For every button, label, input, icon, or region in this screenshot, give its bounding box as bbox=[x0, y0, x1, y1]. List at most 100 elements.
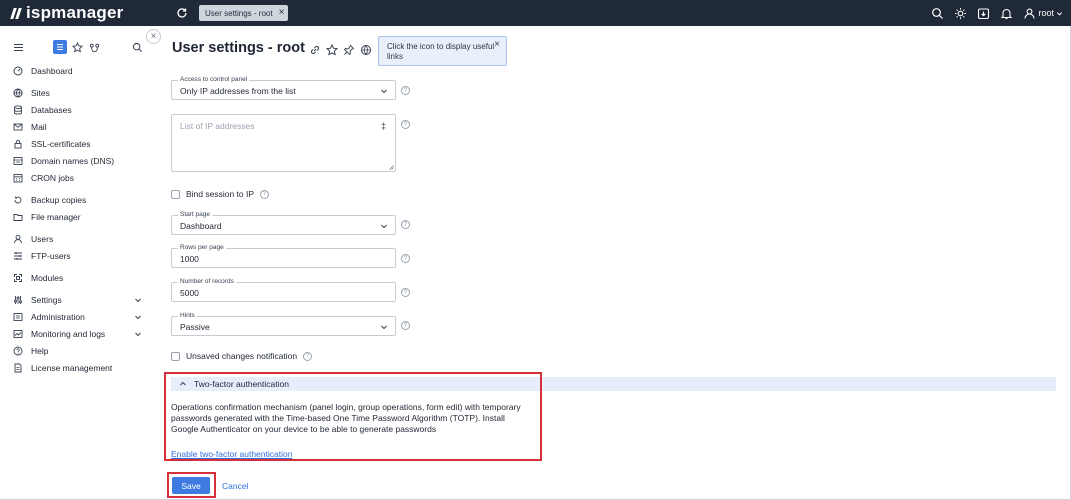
pinned-icon[interactable] bbox=[87, 40, 101, 54]
sidebar-item-label: SSL-certificates bbox=[31, 139, 91, 149]
number-of-records-label: Number of records bbox=[178, 278, 236, 285]
ip-list-textarea[interactable]: List of IP addresses ‡ bbox=[171, 114, 396, 172]
rows-per-page-value: 1000 bbox=[180, 254, 199, 264]
sidebar-item-file-manager[interactable]: File manager bbox=[0, 209, 151, 225]
user-icon bbox=[1024, 8, 1036, 19]
sidebar-item-administration[interactable]: Administration bbox=[0, 309, 151, 325]
sidebar-item-label: Monitoring and logs bbox=[31, 329, 106, 339]
chevron-down-icon bbox=[1056, 11, 1063, 15]
chevron-down-icon bbox=[381, 89, 387, 94]
help-icon[interactable]: ? bbox=[260, 189, 270, 199]
sidebar-item-settings[interactable]: Settings bbox=[0, 292, 151, 308]
start-page-value: Dashboard bbox=[180, 221, 222, 231]
sun-icon[interactable] bbox=[954, 7, 967, 20]
number-of-records-input[interactable]: Number of records 5000 bbox=[171, 278, 396, 302]
sidebar-item-cron-jobs[interactable]: CRON jobs bbox=[0, 170, 151, 186]
sidebar-item-label: Administration bbox=[31, 312, 85, 322]
chevron-down-icon bbox=[135, 315, 141, 320]
help-icon[interactable]: ? bbox=[401, 254, 410, 263]
lock-icon bbox=[14, 139, 22, 149]
sidebar-item-label: CRON jobs bbox=[31, 173, 74, 183]
chevron-down-icon bbox=[135, 298, 141, 303]
help-icon[interactable]: ? bbox=[401, 220, 410, 229]
sidebar-item-label: Backup copies bbox=[31, 195, 87, 205]
pin-icon[interactable] bbox=[343, 44, 355, 56]
save-button[interactable]: Save bbox=[172, 477, 210, 494]
access-control-select[interactable]: Access to control panel Only IP addresse… bbox=[171, 76, 396, 100]
sidebar-item-sites[interactable]: Sites bbox=[0, 85, 151, 101]
sidebar-item-mail[interactable]: Mail bbox=[0, 119, 151, 135]
title-actions bbox=[309, 44, 372, 56]
sidebar-item-ssl-certificates[interactable]: SSL-certificates bbox=[0, 136, 151, 152]
sidebar-item-users[interactable]: Users bbox=[0, 231, 151, 247]
chevron-down-icon bbox=[135, 332, 141, 337]
hints-label: Hints bbox=[178, 312, 197, 319]
number-of-records-value: 5000 bbox=[180, 288, 199, 298]
dashboard-icon bbox=[13, 66, 23, 76]
tooltip-close-icon[interactable]: × bbox=[494, 40, 500, 50]
sidebar-item-monitoring[interactable]: Monitoring and logs bbox=[0, 326, 151, 342]
menu-icon[interactable] bbox=[11, 40, 25, 54]
sidebar-item-label: File manager bbox=[31, 212, 81, 222]
sidebar-item-ftp-users[interactable]: FTP-users bbox=[0, 248, 151, 264]
collapse-sidebar-button[interactable]: × bbox=[146, 29, 161, 44]
app-logo[interactable]: ispmanager bbox=[0, 3, 165, 23]
sidebar-item-license-management[interactable]: License management bbox=[0, 360, 151, 376]
bind-session-checkbox-row[interactable]: Bind session to IP ? bbox=[171, 189, 270, 199]
rows-per-page-label: Rows per page bbox=[178, 244, 226, 251]
access-control-label: Access to control panel bbox=[178, 76, 250, 83]
resize-handle-icon[interactable] bbox=[388, 164, 394, 170]
sidebar-search-icon[interactable] bbox=[130, 40, 144, 54]
ip-list-placeholder: List of IP addresses bbox=[180, 121, 255, 131]
hints-select[interactable]: Hints Passive bbox=[171, 312, 396, 336]
dns-icon bbox=[13, 157, 23, 165]
chevron-down-icon bbox=[381, 224, 387, 229]
sidebar-toolbar bbox=[0, 40, 151, 56]
star-icon[interactable] bbox=[326, 44, 338, 56]
favorites-star-icon[interactable] bbox=[70, 40, 84, 54]
help-icon[interactable]: ? bbox=[401, 120, 410, 129]
sidebar-item-modules[interactable]: Modules bbox=[0, 270, 151, 286]
mail-icon bbox=[13, 123, 23, 131]
logo-mark-icon bbox=[10, 7, 22, 19]
cancel-button[interactable]: Cancel bbox=[222, 481, 248, 491]
tab-close-icon[interactable]: × bbox=[279, 8, 285, 18]
useful-links-icon[interactable] bbox=[360, 44, 372, 56]
bind-session-label: Bind session to IP bbox=[186, 189, 255, 199]
start-page-select[interactable]: Start page Dashboard bbox=[171, 211, 396, 235]
user-icon bbox=[14, 234, 22, 244]
highlight-outline-two-factor bbox=[164, 372, 542, 461]
license-icon bbox=[14, 363, 22, 373]
download-box-icon[interactable] bbox=[977, 7, 990, 20]
user-menu[interactable]: root bbox=[1023, 7, 1063, 20]
search-icon[interactable] bbox=[931, 7, 944, 20]
help-icon[interactable]: ? bbox=[401, 288, 410, 297]
sort-handle-icon[interactable]: ‡ bbox=[381, 121, 386, 131]
sidebar-item-dns[interactable]: Domain names (DNS) bbox=[0, 153, 151, 169]
tab-user-settings[interactable]: User settings - root × bbox=[199, 5, 289, 21]
bell-icon[interactable] bbox=[1000, 7, 1013, 20]
sidebar-item-dashboard[interactable]: Dashboard bbox=[0, 63, 151, 79]
rows-per-page-input[interactable]: Rows per page 1000 bbox=[171, 244, 396, 268]
monitoring-icon bbox=[13, 330, 23, 338]
help-icon[interactable]: ? bbox=[401, 86, 410, 95]
folder-icon bbox=[13, 214, 23, 221]
sidebar-item-databases[interactable]: Databases bbox=[0, 102, 151, 118]
database-icon bbox=[14, 105, 22, 115]
sidebar-item-label: Mail bbox=[31, 122, 47, 132]
list-view-icon[interactable] bbox=[53, 40, 67, 54]
sidebar-item-label: Databases bbox=[31, 105, 72, 115]
sidebar-item-backup-copies[interactable]: Backup copies bbox=[0, 192, 151, 208]
sidebar-item-help[interactable]: Help bbox=[0, 343, 151, 359]
help-icon[interactable]: ? bbox=[303, 351, 313, 361]
bind-session-checkbox[interactable] bbox=[171, 189, 180, 199]
unsaved-changes-checkbox[interactable] bbox=[171, 351, 180, 361]
sidebar-item-label: Domain names (DNS) bbox=[31, 156, 115, 166]
refresh-icon[interactable] bbox=[175, 6, 189, 20]
unsaved-changes-label: Unsaved changes notification bbox=[186, 351, 298, 361]
tab-label: User settings - root bbox=[205, 8, 273, 18]
link-icon[interactable] bbox=[309, 44, 321, 56]
help-icon[interactable]: ? bbox=[401, 321, 410, 330]
sidebar-item-label: FTP-users bbox=[31, 251, 71, 261]
unsaved-changes-checkbox-row[interactable]: Unsaved changes notification ? bbox=[171, 351, 313, 361]
